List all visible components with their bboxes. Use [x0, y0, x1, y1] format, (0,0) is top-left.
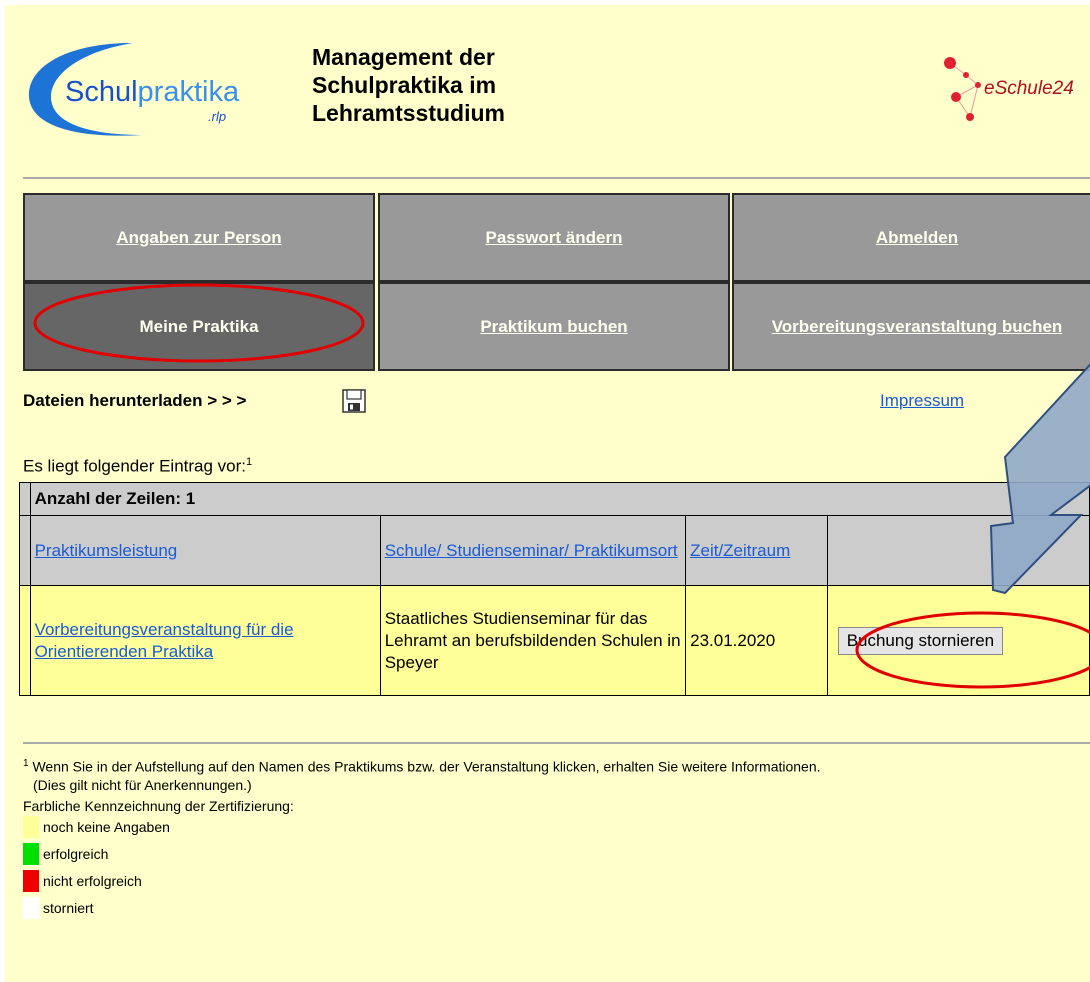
col-header-praktikum[interactable]: Praktikumsleistung	[29, 515, 381, 586]
nav-label-my-internships: Meine Praktika	[139, 316, 259, 336]
downloads-label: Dateien herunterladen > > >	[23, 391, 247, 410]
cancel-booking-button[interactable]: Buchung stornieren	[837, 626, 1004, 655]
entry-intro: Es liegt folgender Eintrag vor:1	[23, 456, 253, 476]
internship-table: Anzahl der Zeilen: 1 Praktikumsleistung …	[19, 482, 1090, 696]
nav-item-logout[interactable]: Abmelden	[732, 193, 1090, 282]
save-icon[interactable]	[342, 389, 366, 413]
footnote: 1 Wenn Sie in der Aufstellung auf den Na…	[23, 758, 821, 793]
legend-swatch-pending	[23, 816, 39, 838]
nav-item-book-internship[interactable]: Praktikum buchen	[378, 282, 730, 371]
nav-link-password[interactable]: Passwort ändern	[486, 227, 623, 249]
nav-link-book-preparation[interactable]: Vorbereitungsveranstaltung buchen	[772, 316, 1063, 338]
cell-schule: Staatliches Studienseminar für das Lehra…	[379, 585, 687, 696]
footer-divider	[23, 742, 1090, 744]
legend-label-failed: nicht erfolgreich	[43, 873, 142, 889]
legend-label-success: erfolgreich	[43, 846, 109, 862]
col-header-zeit[interactable]: Zeit/Zeitraum	[685, 515, 828, 586]
nav-item-book-preparation[interactable]: Vorbereitungsveranstaltung buchen	[732, 282, 1090, 371]
col-header-schule[interactable]: Schule/ Studienseminar/ Praktikumsort	[379, 515, 687, 586]
nav-link-person[interactable]: Angaben zur Person	[116, 227, 281, 249]
cell-zeit: 23.01.2020	[685, 585, 828, 696]
row-marker	[19, 515, 31, 586]
row-marker	[19, 585, 31, 696]
cell-praktikum[interactable]: Vorbereitungsveranstaltung für die Orien…	[29, 585, 381, 696]
impressum-link[interactable]: Impressum	[880, 391, 964, 411]
legend-swatch-success	[23, 843, 39, 865]
legend-title: Farbliche Kennzeichnung der Zertifizieru…	[23, 798, 294, 814]
svg-text:.rlp: .rlp	[208, 109, 226, 124]
legend-swatch-failed	[23, 870, 39, 892]
legend-swatch-cancelled	[23, 897, 39, 919]
nav-link-book-internship[interactable]: Praktikum buchen	[480, 316, 627, 338]
schulpraktika-logo: Schulpraktika .rlp	[28, 43, 240, 136]
page-title: Management der Schulpraktika im Lehramts…	[312, 44, 505, 126]
svg-text:Schulpraktika: Schulpraktika	[65, 76, 240, 108]
page: Schulpraktika .rlp Management der Schulp…	[5, 5, 1090, 982]
nav-item-password[interactable]: Passwort ändern	[378, 193, 730, 282]
nav-item-my-internships[interactable]: Meine Praktika	[23, 282, 375, 371]
row-count: Anzahl der Zeilen: 1	[29, 482, 1090, 516]
legend-label-pending: noch keine Angaben	[43, 819, 170, 835]
svg-text:eSchule24: eSchule24	[984, 78, 1074, 99]
table-row: Vorbereitungsveranstaltung für die Orien…	[19, 585, 1090, 696]
header-divider	[23, 177, 1090, 179]
row-marker	[19, 482, 31, 516]
legend-label-cancelled: storniert	[43, 900, 94, 916]
nav-item-person[interactable]: Angaben zur Person	[23, 193, 375, 282]
cell-action: Buchung stornieren	[826, 585, 1090, 696]
eschule24-logo: eSchule24	[944, 57, 1074, 121]
nav-link-logout[interactable]: Abmelden	[876, 227, 958, 249]
col-header-action	[826, 515, 1090, 586]
